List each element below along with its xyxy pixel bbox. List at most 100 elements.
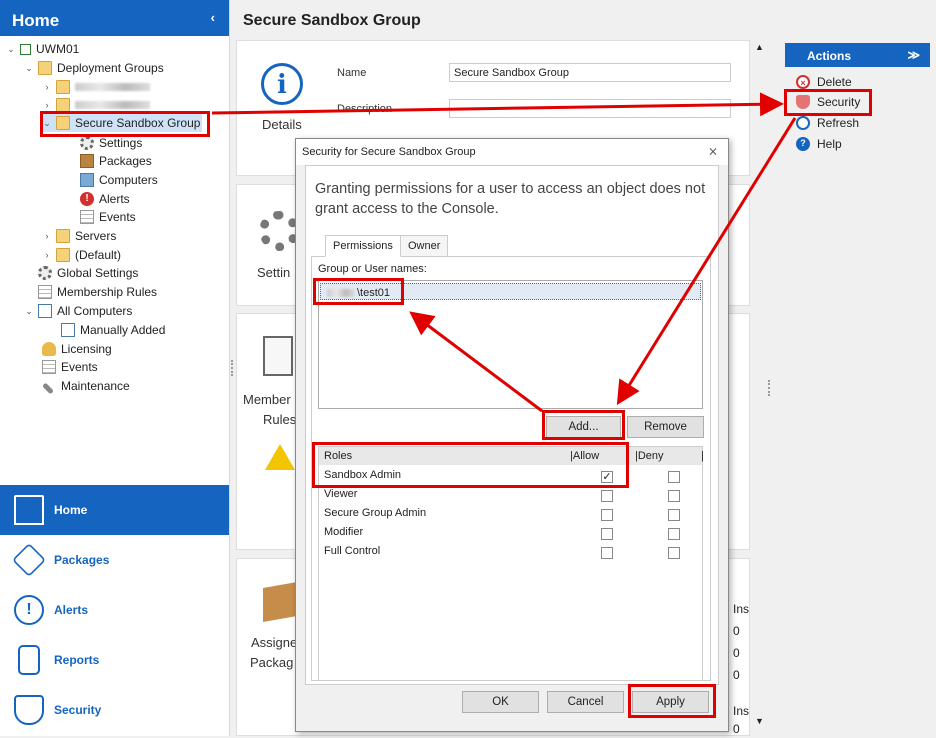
tree-root[interactable]: ⌄ UWM01 xyxy=(6,40,79,58)
tree-alerts[interactable]: ! Alerts xyxy=(80,190,130,208)
settings-label: Settin xyxy=(257,265,291,280)
description-field[interactable] xyxy=(449,99,731,118)
collapse-icon[interactable]: ‹ xyxy=(211,10,215,25)
nav-alerts[interactable]: ! Alerts xyxy=(0,585,229,635)
tree-global-settings[interactable]: Global Settings xyxy=(38,264,138,282)
info-icon: i xyxy=(261,63,303,105)
cancel-button[interactable]: Cancel xyxy=(547,691,624,713)
key-icon xyxy=(42,342,56,356)
dialog-title: Security for Secure Sandbox Group xyxy=(302,146,476,158)
action-help[interactable]: ? Help xyxy=(796,135,842,153)
deny-checkbox[interactable] xyxy=(668,509,680,521)
tab-permissions[interactable]: Permissions xyxy=(325,235,401,257)
rules-icon xyxy=(263,336,293,376)
help-icon: ? xyxy=(796,137,810,151)
name-label: Name xyxy=(337,67,367,79)
events-icon xyxy=(80,210,94,224)
tree-maintenance[interactable]: Maintenance xyxy=(41,377,130,395)
nav-reports[interactable]: Reports xyxy=(0,635,229,685)
tree-label: UWM01 xyxy=(36,42,80,56)
computers-icon xyxy=(61,323,75,337)
tree-label: Maintenance xyxy=(61,379,130,393)
tree-licensing[interactable]: Licensing xyxy=(42,340,112,358)
description-label: Description xyxy=(337,103,393,115)
report-icon xyxy=(18,645,40,675)
tree-computers[interactable]: Computers xyxy=(80,171,158,189)
role-name: Modifier xyxy=(324,526,364,538)
tree-events-root[interactable]: Events xyxy=(42,358,98,376)
tree-label: Servers xyxy=(75,229,117,243)
group-user-label: Group or User names: xyxy=(318,263,427,275)
allow-checkbox[interactable] xyxy=(601,547,613,559)
column-divider: | xyxy=(701,450,704,462)
nav-security[interactable]: Security xyxy=(0,685,229,735)
role-name: Viewer xyxy=(324,488,358,500)
highlight-apply-button xyxy=(628,684,716,718)
tree-label: Licensing xyxy=(61,342,112,356)
action-label: Delete xyxy=(817,75,852,89)
tree-servers[interactable]: › Servers xyxy=(42,227,116,245)
tree-label: Manually Added xyxy=(80,323,166,337)
tree-hidden-group-1[interactable]: › xyxy=(42,78,150,96)
close-icon[interactable]: ⨯ xyxy=(708,144,718,158)
scroll-up-icon[interactable]: ▲ xyxy=(755,42,764,52)
folder-icon xyxy=(56,98,70,112)
tree-label: (Default) xyxy=(75,248,122,262)
security-dialog: Security for Secure Sandbox Group ⨯ Gran… xyxy=(295,138,729,732)
splitter-grip[interactable] xyxy=(231,360,234,376)
tree-label: Deployment Groups xyxy=(57,61,164,75)
tree-label: Computers xyxy=(99,173,158,187)
tree-packages[interactable]: Packages xyxy=(80,152,152,170)
deny-checkbox[interactable] xyxy=(668,528,680,540)
events-icon xyxy=(42,360,56,374)
highlight-security-action xyxy=(784,89,872,116)
membership-label: Member xyxy=(243,392,291,407)
package-icon xyxy=(80,154,94,168)
cell-value: 0 xyxy=(733,722,740,736)
nav-home[interactable]: Home xyxy=(0,485,229,535)
tree-membership-rules[interactable]: Membership Rules xyxy=(38,283,157,301)
allow-checkbox[interactable] xyxy=(601,490,613,502)
collapse-up-icon[interactable]: ≫ xyxy=(907,48,920,62)
highlight-sandbox-admin-role xyxy=(312,442,629,488)
page-title: Secure Sandbox Group xyxy=(243,12,421,29)
dialog-titlebar: Security for Secure Sandbox Group ⨯ xyxy=(296,139,728,165)
cell-value: 0 xyxy=(733,646,740,660)
remove-button[interactable]: Remove xyxy=(627,416,704,438)
tree-manually-added[interactable]: Manually Added xyxy=(61,321,165,339)
package-icon xyxy=(263,582,297,622)
name-field[interactable]: Secure Sandbox Group xyxy=(449,63,731,82)
scroll-down-icon[interactable]: ▼ xyxy=(755,716,764,726)
nav-label: Home xyxy=(54,503,88,517)
install-column: Ins 0 0 0 xyxy=(733,598,749,686)
assigned-label: Assigne xyxy=(251,635,298,650)
home-header-title: Home xyxy=(12,11,60,30)
tree-events[interactable]: Events xyxy=(80,208,136,226)
deny-checkbox[interactable] xyxy=(668,471,680,483)
gear-icon xyxy=(80,136,94,150)
tree-default[interactable]: › (Default) xyxy=(42,246,121,264)
deny-checkbox[interactable] xyxy=(668,490,680,502)
tree-deployment-groups[interactable]: ⌄ Deployment Groups xyxy=(24,59,164,77)
package-icon xyxy=(12,543,46,577)
deny-checkbox[interactable] xyxy=(668,547,680,559)
folder-icon xyxy=(56,229,70,243)
tree-label: Packages xyxy=(99,154,152,168)
tree-all-computers[interactable]: ⌄ All Computers xyxy=(24,302,132,320)
install-column-2: Ins 0 xyxy=(733,702,749,738)
splitter-grip[interactable] xyxy=(768,380,771,396)
home-header: Home ‹ xyxy=(0,0,229,36)
main-scrollbar[interactable]: ▲ ▼ xyxy=(753,40,765,736)
ok-button[interactable]: OK xyxy=(462,691,539,713)
tab-owner[interactable]: Owner xyxy=(400,235,449,257)
tree-label: Events xyxy=(99,210,136,224)
column-header: Ins xyxy=(733,704,750,718)
alert-icon: ! xyxy=(14,595,44,625)
allow-checkbox[interactable] xyxy=(601,528,613,540)
allow-checkbox[interactable] xyxy=(601,509,613,521)
nav-packages[interactable]: Packages xyxy=(0,535,229,585)
nav-label: Alerts xyxy=(54,603,89,617)
action-refresh[interactable]: Refresh xyxy=(796,114,859,132)
shield-icon xyxy=(14,695,44,725)
dialog-description: Granting permissions for a user to acces… xyxy=(315,181,706,217)
